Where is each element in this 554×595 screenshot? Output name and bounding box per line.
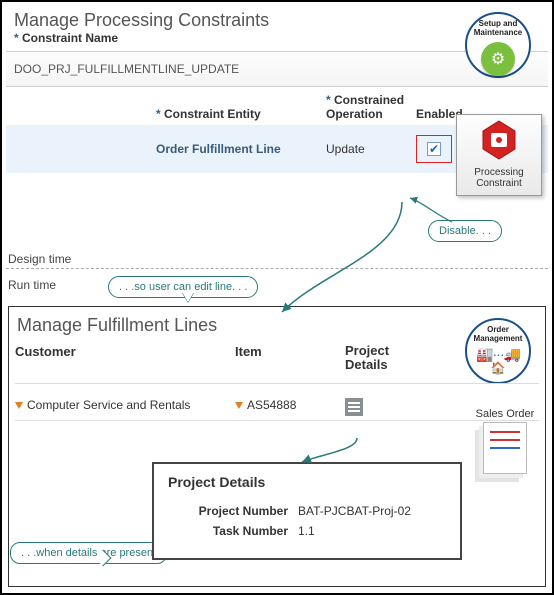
cell-entity: Order Fulfillment Line bbox=[6, 142, 326, 156]
enabled-checkbox[interactable]: ✔ bbox=[427, 142, 441, 156]
stop-icon bbox=[479, 119, 519, 165]
task-number-label: Task Number bbox=[168, 524, 298, 538]
cell-operation: Update bbox=[326, 142, 416, 156]
col-project-details: Project Details bbox=[345, 344, 415, 373]
note-disable: Disable. . . bbox=[428, 220, 502, 242]
design-time-label: Design time bbox=[8, 252, 71, 266]
col-item: Item bbox=[235, 344, 345, 373]
constraint-name-label-text: Constraint Name bbox=[22, 31, 118, 45]
cell-item: AS54888 bbox=[247, 398, 296, 412]
col-entity: Constraint Entity bbox=[164, 107, 261, 121]
gear-icon: ⚙ bbox=[481, 42, 515, 76]
processing-constraint-badge: Processing Constraint bbox=[456, 114, 542, 196]
project-number-value: BAT-PJCBAT-Proj-02 bbox=[298, 504, 411, 518]
col-operation: Constrained Operation bbox=[326, 93, 404, 121]
popover-title: Project Details bbox=[168, 474, 446, 490]
details-icon[interactable] bbox=[345, 398, 363, 416]
enabled-checkbox-highlight: ✔ bbox=[416, 135, 452, 163]
cell-customer: Computer Service and Rentals bbox=[27, 398, 190, 412]
chevron-icon bbox=[235, 402, 243, 409]
fulfillment-row[interactable]: Computer Service and Rentals AS54888 bbox=[15, 383, 539, 421]
project-number-label: Project Number bbox=[168, 504, 298, 518]
col-customer: Customer bbox=[15, 344, 235, 373]
phase-divider bbox=[6, 268, 548, 269]
note-edit-tail bbox=[182, 292, 194, 302]
setup-label: Setup and Maintenance bbox=[467, 20, 529, 38]
diagram-canvas: Manage Processing Constraints * Constrai… bbox=[0, 0, 554, 595]
task-number-value: 1.1 bbox=[298, 524, 315, 538]
fulfillment-header: Customer Item Project Details bbox=[15, 344, 539, 383]
project-details-popover: Project Details Project Number BAT-PJCBA… bbox=[152, 462, 462, 560]
run-time-label: Run time bbox=[8, 278, 56, 292]
fulfillment-title: Manage Fulfillment Lines bbox=[15, 313, 539, 344]
setup-maintenance-badge: Setup and Maintenance ⚙ bbox=[458, 12, 538, 78]
processing-label: Processing Constraint bbox=[459, 167, 539, 189]
chevron-icon bbox=[15, 402, 23, 409]
